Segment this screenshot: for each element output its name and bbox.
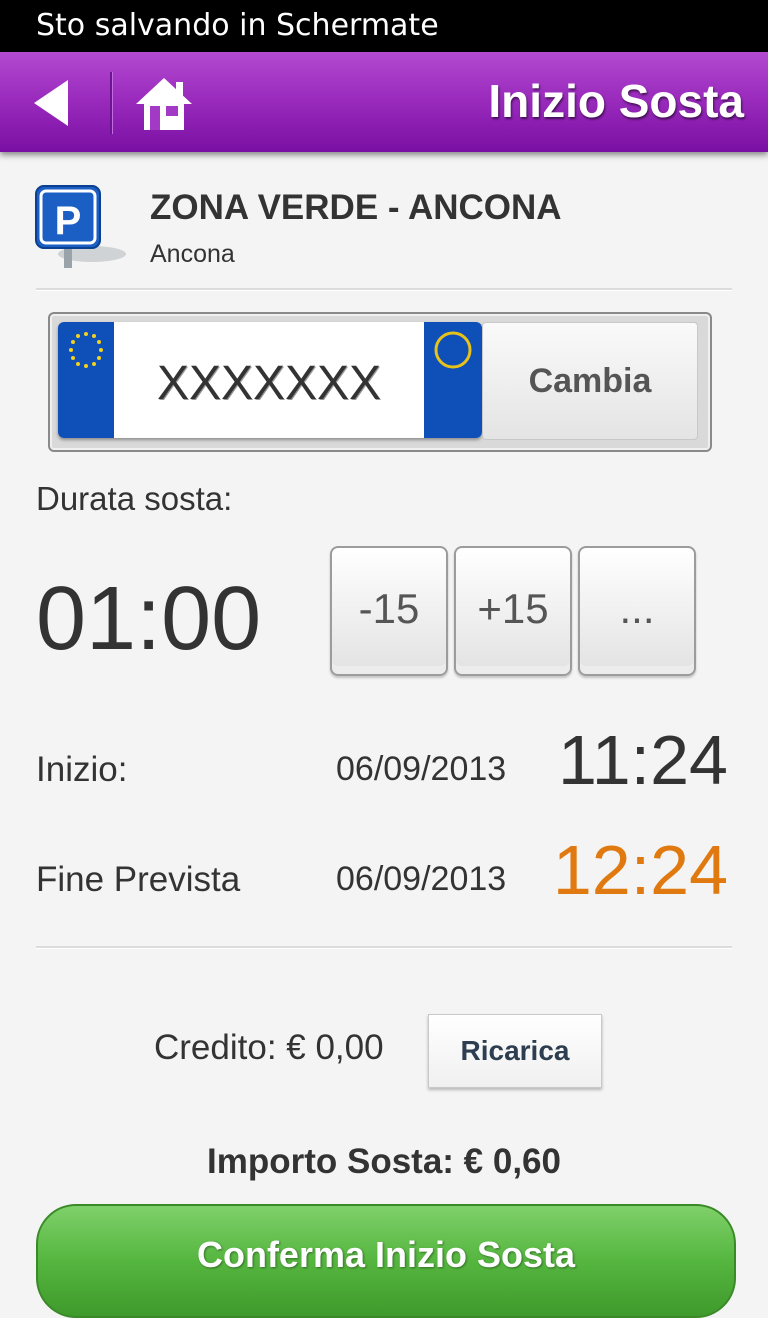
- page-title: Inizio Sosta: [488, 75, 744, 127]
- start-label: Inizio:: [36, 750, 128, 789]
- start-date: 06/09/2013: [336, 750, 507, 788]
- divider-top: [36, 288, 732, 291]
- end-date: 06/09/2013: [336, 860, 507, 898]
- more-options-button[interactable]: ...: [578, 546, 696, 676]
- divider-middle: [36, 946, 732, 949]
- license-plate: XXXXXXX: [58, 322, 482, 438]
- plus-15-button[interactable]: +15: [454, 546, 572, 676]
- change-plate-button[interactable]: Cambia: [482, 322, 698, 440]
- home-button[interactable]: [132, 74, 196, 134]
- home-icon: [136, 78, 192, 130]
- plate-number: XXXXXXX: [156, 357, 382, 410]
- parking-icon: P: [34, 184, 130, 274]
- eu-band-icon: [58, 322, 114, 438]
- status-bar-text: Sto salvando in Schermate: [36, 8, 439, 43]
- back-button[interactable]: [22, 70, 88, 136]
- license-plate-panel: XXXXXXX Cambia: [48, 312, 712, 452]
- end-label: Fine Prevista: [36, 860, 241, 899]
- zone-name: ZONA VERDE - ANCONA: [150, 188, 562, 227]
- plate-region-band: [424, 322, 482, 438]
- header-divider: [110, 72, 112, 134]
- svg-text:P: P: [55, 199, 82, 243]
- amount-label: Importo Sosta: € 0,60: [207, 1142, 561, 1181]
- recharge-button[interactable]: Ricarica: [428, 1014, 602, 1088]
- end-time: 12:24: [552, 831, 728, 909]
- back-arrow-icon: [34, 80, 68, 126]
- app-header: Inizio Sosta: [0, 52, 768, 152]
- start-time: 11:24: [558, 721, 728, 799]
- status-bar: Sto salvando in Schermate: [0, 0, 768, 52]
- minus-15-button[interactable]: -15: [330, 546, 448, 676]
- credit-label: Credito: € 0,00: [154, 1028, 384, 1067]
- confirm-start-button[interactable]: Conferma Inizio Sosta: [36, 1204, 736, 1318]
- duration-label: Durata sosta:: [36, 480, 233, 517]
- duration-value: 01:00: [36, 569, 262, 669]
- zone-city: Ancona: [150, 240, 235, 268]
